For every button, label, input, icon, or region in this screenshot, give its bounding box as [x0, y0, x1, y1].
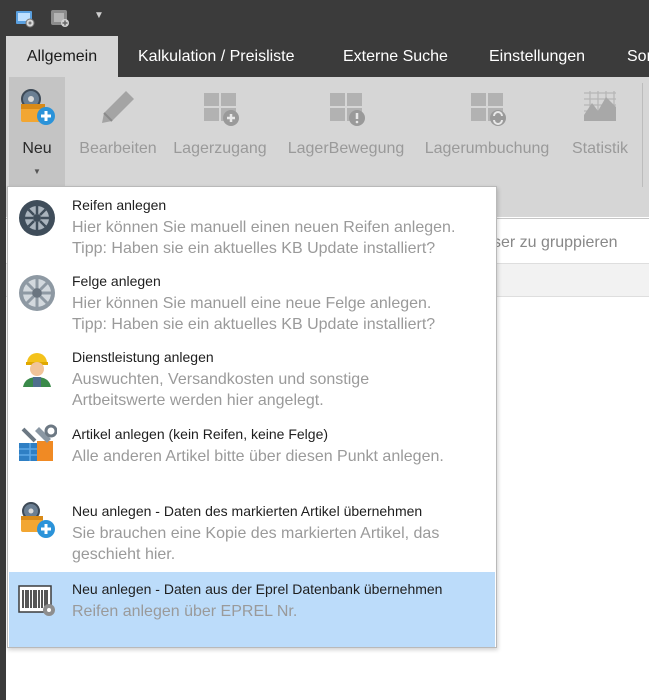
tab-allgemein[interactable]: Allgemein — [6, 36, 118, 77]
menu-item-eprel-anlegen[interactable]: Neu anlegen - Daten aus der Eprel Datenb… — [9, 572, 495, 647]
tab-sonstiges[interactable]: Sor — [627, 36, 649, 77]
stock-in-button[interactable]: Lagerzugang — [170, 77, 270, 187]
tools-icon — [17, 423, 58, 463]
menu-item-title: Felge anlegen — [72, 273, 161, 289]
app-settings-icon[interactable] — [14, 7, 36, 29]
new-dropdown-arrow-icon[interactable]: ▼ — [9, 167, 65, 176]
menu-item-desc: geschieht hier. — [72, 546, 176, 563]
menu-item-title: Neu anlegen - Daten des markierten Artik… — [72, 503, 423, 519]
stock-move-button[interactable]: LagerBewegung — [284, 77, 408, 187]
tab-externe-suche[interactable]: Externe Suche — [343, 36, 448, 77]
stock-move-label: LagerBewegung — [287, 140, 405, 157]
menu-item-desc: Auswuchten, Versandkosten und sonstige — [72, 371, 370, 388]
stock-rebook-button[interactable]: Lagerumbuchung — [420, 77, 554, 187]
menu-item-desc: Reifen anlegen über EPREL Nr. — [72, 603, 298, 620]
new-item-icon — [15, 85, 59, 129]
menu-item-desc: Artbeitswerte werden hier angelegt. — [72, 392, 324, 409]
menu-item-title: Dienstleistung anlegen — [72, 349, 214, 365]
barcode-icon — [17, 578, 57, 618]
menu-item-title: Artikel anlegen (kein Reifen, keine Felg… — [72, 426, 329, 442]
stock-add-icon — [198, 85, 242, 129]
menu-item-desc: Tipp: Haben sie ein aktuelles KB Update … — [72, 316, 436, 333]
menu-item-desc: Hier können Sie manuell eine neue Felge … — [72, 295, 432, 312]
menu-item-dienstleistung-anlegen[interactable]: Dienstleistung anlegen Auswuchten, Versa… — [9, 339, 495, 415]
menu-item-desc: Sie brauchen eine Kopie des markierten A… — [72, 525, 440, 542]
menu-item-artikel-anlegen[interactable]: Artikel anlegen (kein Reifen, keine Felg… — [9, 415, 495, 492]
tab-einstellungen[interactable]: Einstellungen — [489, 36, 585, 77]
ribbon-separator — [642, 83, 643, 187]
stock-move-icon — [324, 85, 368, 129]
stock-rebook-icon — [465, 85, 509, 129]
new-dropdown-menu: Reifen anlegen Hier können Sie manuell e… — [7, 186, 497, 648]
ribbon-tabs: Allgemein Kalkulation / Preisliste Exter… — [0, 36, 649, 77]
worker-icon — [17, 347, 57, 387]
menu-item-desc: Alle anderen Artikel bitte über diesen P… — [72, 448, 444, 465]
menu-item-title: Reifen anlegen — [72, 197, 167, 213]
stock-rebook-label: Lagerumbuchung — [424, 140, 550, 157]
add-item-icon[interactable] — [49, 7, 71, 29]
tire-icon — [17, 198, 57, 238]
menu-item-desc: Hier können Sie manuell einen neuen Reif… — [72, 219, 456, 236]
chevron-down-icon[interactable]: ▼ — [94, 10, 104, 21]
group-hint-text: ser zu gruppieren — [493, 234, 618, 251]
menu-item-felge-anlegen[interactable]: Felge anlegen Hier können Sie manuell ei… — [9, 263, 495, 339]
stock-in-label: Lagerzugang — [173, 140, 267, 157]
statistics-button[interactable]: Statistik — [562, 77, 638, 187]
menu-item-kopie-anlegen[interactable]: Neu anlegen - Daten des markierten Artik… — [9, 492, 495, 569]
copy-item-icon — [17, 500, 57, 540]
new-button[interactable]: Neu ▼ — [9, 77, 65, 187]
title-bar: ▼ — [0, 0, 649, 36]
edit-button-label: Bearbeiten — [79, 140, 157, 157]
new-button-label: Neu — [22, 140, 52, 157]
pencil-icon — [96, 85, 140, 129]
rim-icon — [17, 273, 57, 313]
statistics-label: Statistik — [571, 140, 628, 157]
menu-item-desc: Tipp: Haben sie ein aktuelles KB Update … — [72, 240, 436, 257]
edit-button[interactable]: Bearbeiten — [74, 77, 162, 187]
chart-icon — [578, 85, 622, 129]
menu-item-title: Neu anlegen - Daten aus der Eprel Datenb… — [72, 581, 443, 597]
tab-kalkulation[interactable]: Kalkulation / Preisliste — [138, 36, 295, 77]
menu-item-reifen-anlegen[interactable]: Reifen anlegen Hier können Sie manuell e… — [9, 187, 495, 263]
